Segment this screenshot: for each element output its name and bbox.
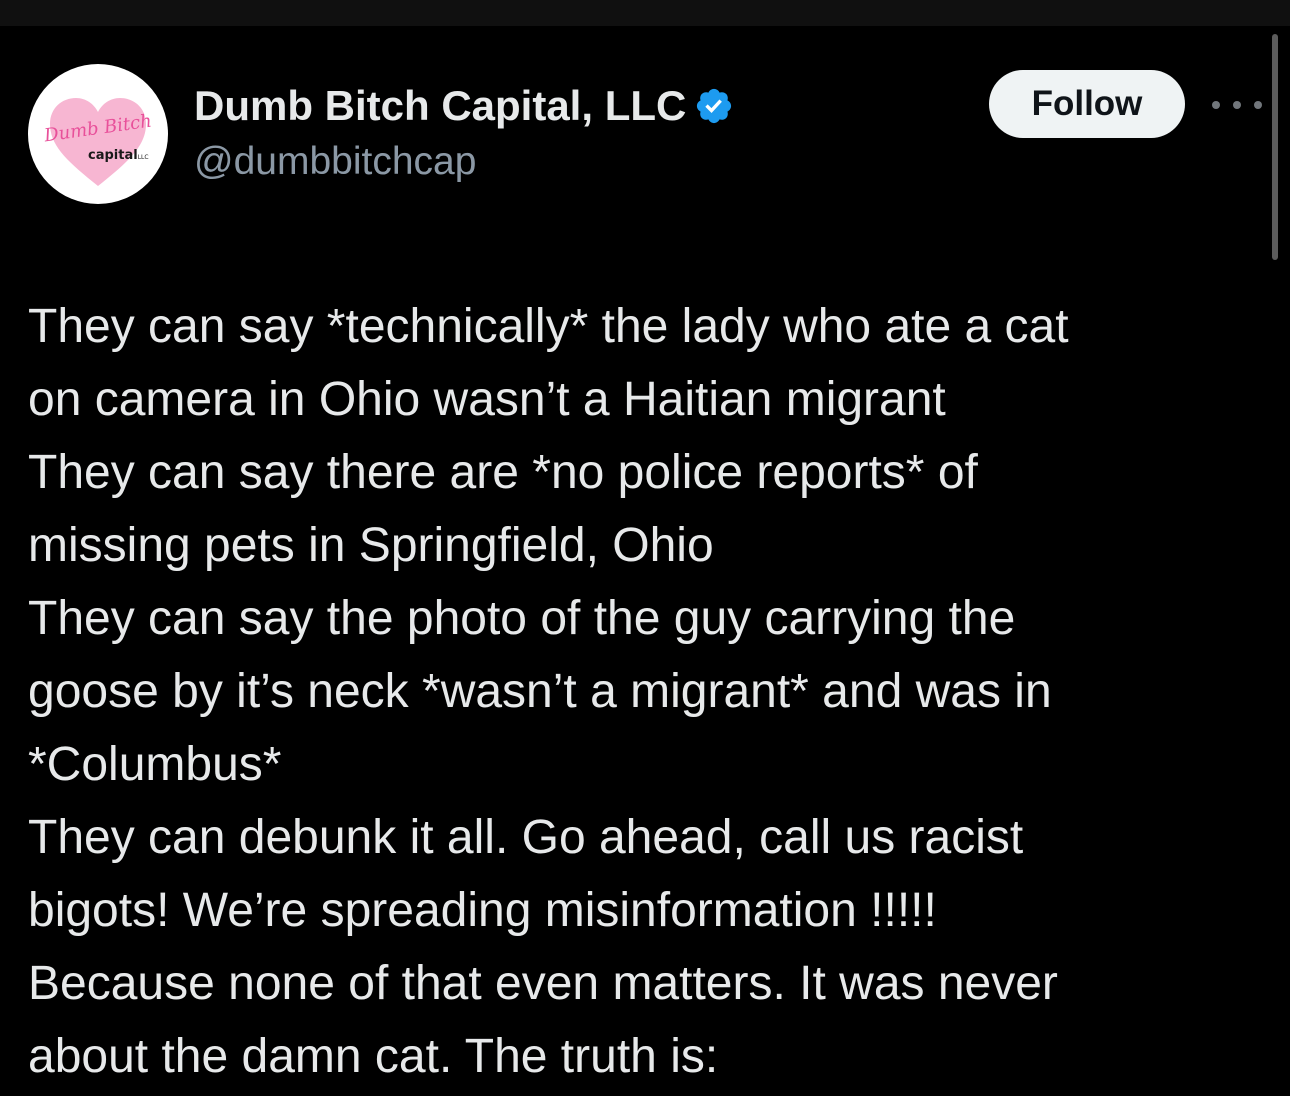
avatar-sub-text: capitalLLC <box>88 148 149 163</box>
post-text-line: on camera in Ohio wasn’t a Haitian migra… <box>28 373 946 426</box>
ellipsis-dot <box>1254 101 1262 109</box>
post-text-line: bigots! We’re spreading misinformation !… <box>28 884 937 937</box>
post-text-line: missing pets in Springfield, Ohio <box>28 519 714 572</box>
author-name-row: Dumb Bitch Capital, LLC <box>194 80 734 132</box>
post-text-line: *Columbus* <box>28 738 282 791</box>
author-display-name[interactable]: Dumb Bitch Capital, LLC <box>194 82 686 130</box>
follow-button[interactable]: Follow <box>989 70 1185 138</box>
top-bar <box>0 0 1290 26</box>
post-text-line: They can say there are *no police report… <box>28 446 978 499</box>
avatar-sub-small: LLC <box>137 154 149 161</box>
post-text-line: They can debunk it all. Go ahead, call u… <box>28 811 1024 864</box>
post-text-line: about the damn cat. The truth is: <box>28 1030 719 1083</box>
ellipsis-dot <box>1233 101 1241 109</box>
ellipsis-dot <box>1212 101 1220 109</box>
avatar[interactable]: Dumb Bitch capitalLLC <box>28 64 168 204</box>
ellipsis-icon[interactable] <box>1212 95 1262 115</box>
post-text-line: goose by it’s neck *wasn’t a migrant* an… <box>28 665 1052 718</box>
avatar-sub-main: capital <box>88 148 138 163</box>
post-text-line: They can say *technically* the lady who … <box>28 300 1069 353</box>
verified-badge-icon[interactable] <box>694 86 734 126</box>
scrollbar[interactable] <box>1270 34 1280 264</box>
post-text-line: They can say the photo of the guy carryi… <box>28 592 1016 645</box>
scrollbar-thumb[interactable] <box>1272 34 1278 260</box>
author-handle[interactable]: @dumbbitchcap <box>194 140 476 184</box>
post-text-line: Because none of that even matters. It wa… <box>28 957 1058 1010</box>
post-text: They can say *technically* the lady who … <box>28 290 1243 1093</box>
